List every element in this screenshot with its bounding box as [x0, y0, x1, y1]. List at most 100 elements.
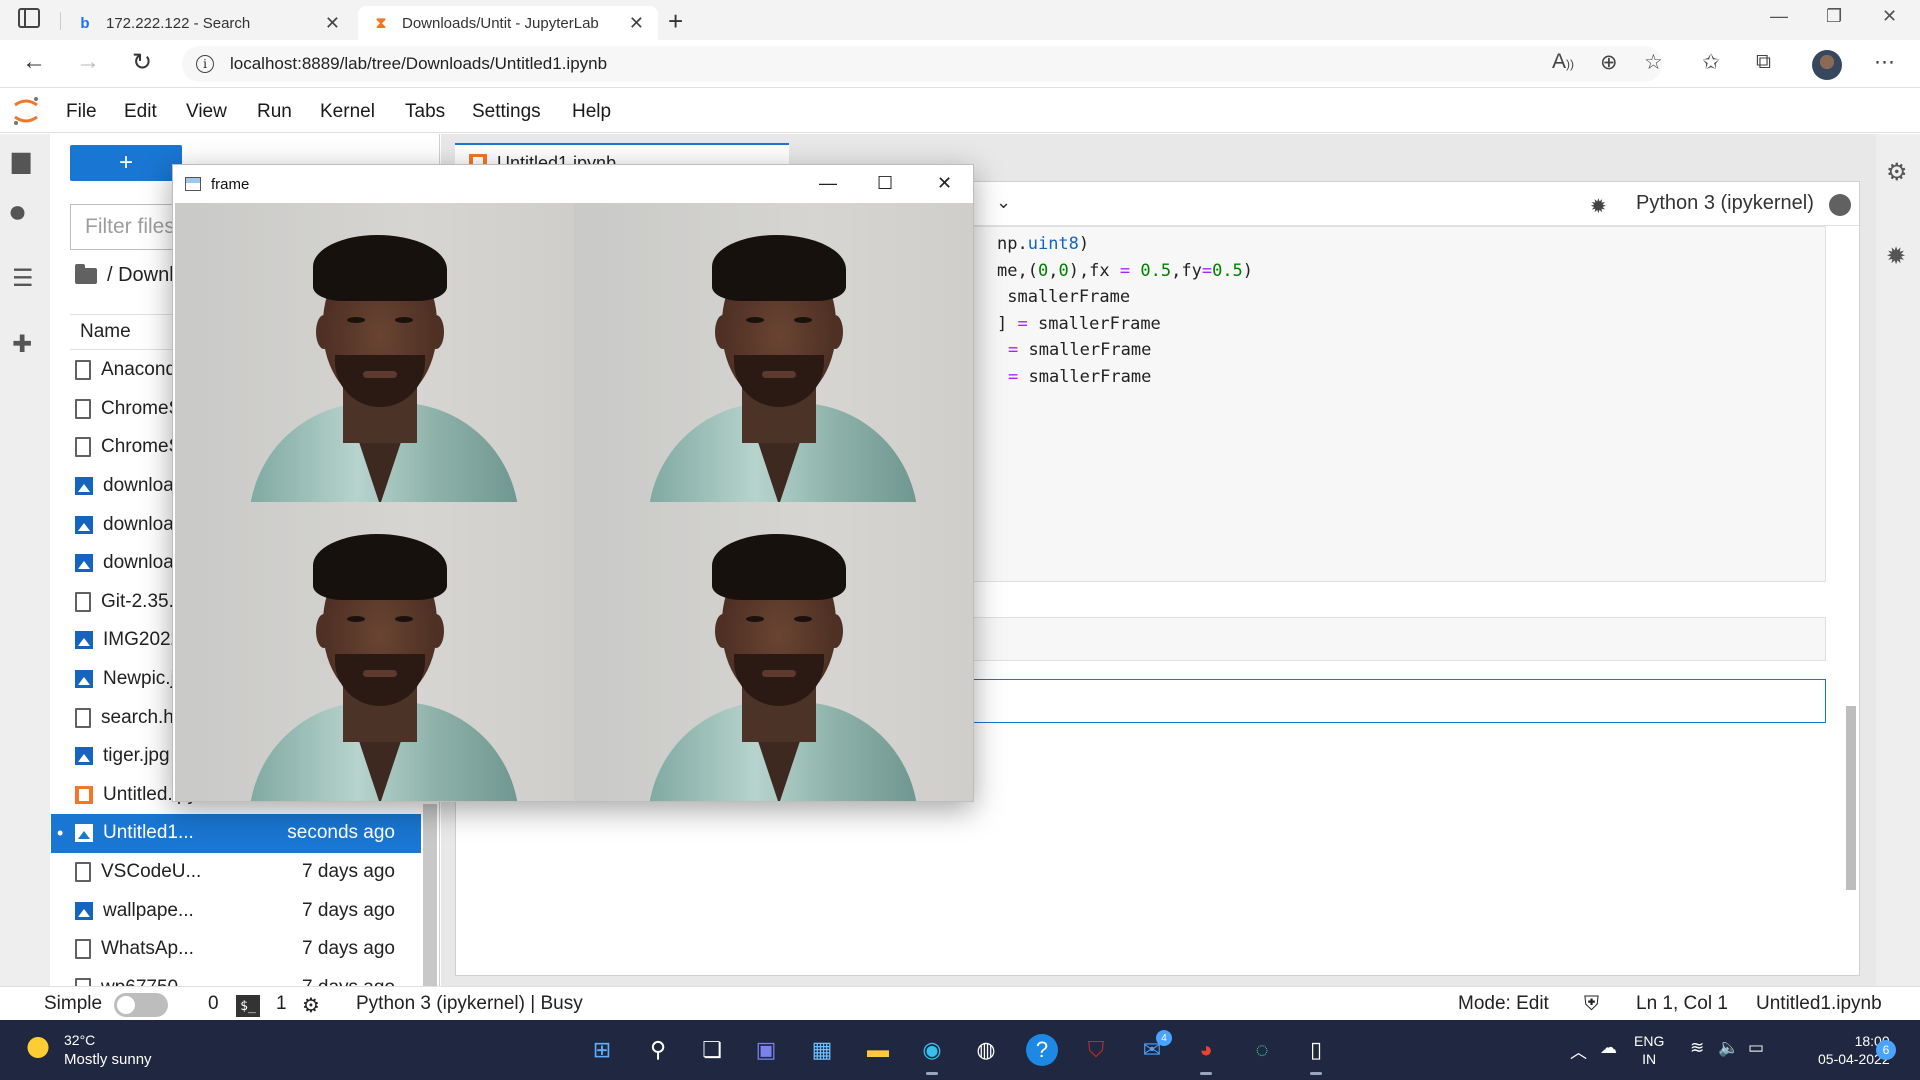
url-field[interactable]: i localhost:8889/lab/tree/Downloads/Unti… — [182, 46, 1662, 82]
notebook-scroll-thumb[interactable] — [1846, 706, 1856, 890]
video-frame-tile — [175, 203, 574, 502]
site-info-icon[interactable]: i — [196, 55, 214, 73]
table-of-contents-icon[interactable]: ☰ — [12, 264, 34, 293]
terminal-count[interactable]: 0 — [208, 993, 219, 1015]
forward-icon[interactable]: → — [76, 48, 100, 76]
notification-badge[interactable]: 6 — [1876, 1040, 1896, 1060]
kernel-busy-indicator — [1829, 194, 1851, 216]
restore-window-icon[interactable]: ❐ — [1826, 6, 1842, 27]
file-row[interactable]: VSCodeU... 7 days ago — [51, 853, 421, 892]
file-row[interactable]: wallpape... 7 days ago — [51, 891, 421, 930]
image-file-icon — [75, 747, 93, 766]
notepad-icon[interactable]: ▯ — [1300, 1034, 1332, 1075]
profile-avatar[interactable] — [1812, 50, 1842, 80]
weather-description[interactable]: Mostly sunny — [64, 1051, 152, 1068]
github-icon[interactable]: ◍ — [970, 1034, 1002, 1066]
kernel-count[interactable]: 1 — [276, 993, 287, 1015]
volume-icon[interactable]: 🔈 — [1718, 1038, 1739, 1058]
close-icon[interactable]: ✕ — [937, 173, 952, 194]
show-hidden-icons[interactable]: ︿ — [1570, 1038, 1587, 1063]
search-icon[interactable]: ⚲ — [642, 1034, 674, 1066]
menu-run[interactable]: Run — [257, 101, 292, 123]
anaconda-icon[interactable]: ◌ — [1246, 1034, 1278, 1066]
close-tab-icon[interactable]: ✕ — [629, 13, 644, 34]
menu-view[interactable]: View — [186, 101, 227, 123]
left-activity-bar: ▆ ⏺ ☰ ✚ — [0, 134, 50, 1020]
file-row[interactable]: Untitled1... seconds ago — [51, 814, 421, 853]
minimize-window-icon[interactable]: — — [1770, 6, 1788, 27]
terminal-icon[interactable]: $_ — [236, 995, 260, 1017]
simple-mode-toggle[interactable] — [114, 993, 168, 1017]
file-browser-icon[interactable]: ▆ — [12, 146, 30, 175]
edge-icon[interactable]: ◉ — [916, 1034, 948, 1075]
maximize-icon[interactable]: ☐ — [877, 173, 893, 194]
battery-icon[interactable]: ▭ — [1748, 1038, 1764, 1058]
bug-icon[interactable]: ✹ — [1590, 194, 1607, 219]
running-sessions-icon[interactable]: ⏺ — [10, 196, 25, 230]
menu-tabs[interactable]: Tabs — [405, 101, 445, 123]
outlook-icon[interactable]: ✉ 4 — [1136, 1030, 1172, 1066]
folder-icon[interactable] — [75, 263, 97, 284]
menu-settings[interactable]: Settings — [472, 101, 541, 123]
cursor-position[interactable]: Ln 1, Col 1 — [1636, 993, 1728, 1015]
notebook-scrollbar[interactable] — [1844, 230, 1858, 973]
add-favorite-icon[interactable]: ☆ — [1644, 50, 1663, 75]
jupyter-menu-bar: File Edit View Run Kernel Tabs Settings … — [0, 89, 1920, 133]
menu-help[interactable]: Help — [572, 101, 611, 123]
video-frame-tile — [574, 203, 973, 502]
menu-file[interactable]: File — [66, 101, 97, 123]
file-icon — [75, 398, 91, 419]
mode-indicator[interactable]: Mode: Edit — [1458, 993, 1549, 1015]
help-icon[interactable]: ? — [1026, 1034, 1058, 1066]
frame-title-bar[interactable]: frame — ☐ ✕ — [173, 165, 973, 203]
file-modified: 7 days ago — [302, 861, 395, 883]
weather-sun-icon[interactable] — [26, 1034, 56, 1064]
chrome-icon[interactable]: ◕ — [1190, 1034, 1222, 1075]
close-window-icon[interactable]: ✕ — [1882, 6, 1897, 27]
menu-edit[interactable]: Edit — [124, 101, 157, 123]
refresh-icon[interactable]: ↻ — [132, 48, 152, 77]
new-launcher-button[interactable]: + — [70, 145, 182, 181]
tab-actions-icon[interactable] — [18, 8, 40, 28]
new-tab-button[interactable]: + — [668, 6, 683, 37]
collections-icon[interactable]: ⧉ — [1756, 50, 1771, 74]
mcafee-icon[interactable]: ⛉ — [1080, 1034, 1112, 1066]
back-icon[interactable]: ← — [22, 48, 46, 76]
zoom-icon[interactable]: ⊕ — [1600, 50, 1618, 75]
close-tab-icon[interactable]: ✕ — [325, 13, 340, 34]
code-line: = smallerFrame — [1008, 366, 1152, 387]
portrait-mouth — [762, 371, 796, 378]
shield-icon[interactable]: ⛨ — [1584, 993, 1599, 1016]
kernel-gear-icon[interactable]: ⚙ — [302, 993, 320, 1018]
code-editor[interactable]: np.uint8) me,(0,0),fx = 0.5,fy=0.5) small… — [997, 231, 1253, 391]
more-menu-icon[interactable]: ⋯ — [1874, 50, 1895, 75]
start-icon[interactable]: ⊞ — [586, 1034, 618, 1066]
property-inspector-icon[interactable]: ⚙ — [1886, 158, 1908, 187]
task-view-icon[interactable]: ❏ — [696, 1034, 728, 1066]
extensions-icon[interactable]: ✚ — [12, 330, 32, 359]
browser-tab-jupyterlab[interactable]: ⧗ Downloads/Untit - JupyterLab ✕ — [358, 6, 658, 40]
debugger-icon[interactable]: ✹ — [1886, 242, 1906, 271]
favorites-icon[interactable]: ✩ — [1702, 50, 1720, 75]
onedrive-icon[interactable]: ☁ — [1600, 1038, 1617, 1058]
wifi-icon[interactable]: ≋ — [1690, 1038, 1704, 1058]
file-row[interactable]: WhatsAp... 7 days ago — [51, 930, 421, 969]
browser-tab-search[interactable]: b 172.222.122 - Search ✕ — [64, 6, 354, 40]
kernel-name[interactable]: Python 3 (ipykernel) — [1636, 192, 1814, 215]
portrait-hair — [712, 534, 846, 600]
read-aloud-icon[interactable]: A)) — [1552, 50, 1574, 74]
menu-kernel[interactable]: Kernel — [320, 101, 375, 123]
address-bar-row: ← → ↻ i localhost:8889/lab/tree/Download… — [0, 40, 1920, 88]
teams-chat-icon[interactable]: ▣ — [750, 1034, 782, 1066]
minimize-icon[interactable]: — — [819, 173, 837, 194]
cell-type-dropdown-icon[interactable]: ⌄ — [996, 192, 1011, 213]
kernel-status[interactable]: Python 3 (ipykernel) | Busy — [356, 993, 583, 1015]
file-icon — [75, 707, 91, 728]
frame-window[interactable]: frame — ☐ ✕ — [172, 164, 974, 802]
widgets-store-icon[interactable]: ▦ — [806, 1034, 838, 1066]
weather-temperature[interactable]: 32°C — [64, 1032, 95, 1048]
portrait-mouth — [363, 371, 397, 378]
file-icon — [75, 939, 91, 960]
language-indicator[interactable]: ENG IN — [1634, 1032, 1664, 1068]
file-explorer-icon[interactable]: ▬ — [862, 1034, 894, 1066]
